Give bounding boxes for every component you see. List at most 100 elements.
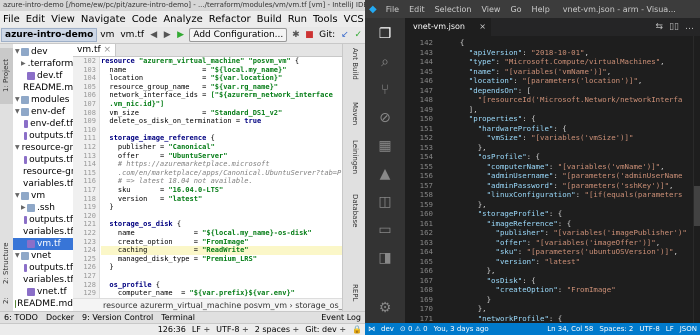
file-crumb[interactable]: vm.tf: [117, 29, 147, 41]
json-editor[interactable]: 142 {143 "apiVersion": "2018-10-01", 144 …: [405, 36, 700, 323]
menu-analyze[interactable]: Analyze: [160, 14, 205, 25]
indent-setting[interactable]: 2 spaces ÷: [252, 324, 303, 335]
branch-status[interactable]: dev: [378, 323, 397, 335]
expand-arrow-icon[interactable]: ▼: [15, 142, 20, 154]
tree-file[interactable]: outputs.tf: [13, 262, 73, 274]
tree-file[interactable]: outputs.tf: [13, 214, 73, 226]
structure-tool-tab[interactable]: 2: Structure: [0, 240, 13, 286]
menu-file[interactable]: File: [381, 5, 404, 14]
tree-folder[interactable]: ▶ .ssh: [13, 202, 73, 214]
repl-tab[interactable]: REPL: [348, 284, 361, 301]
collapse-arrow-icon[interactable]: ▶: [21, 58, 26, 70]
extensions-icon[interactable]: ▦: [375, 136, 395, 156]
tree-file[interactable]: outputs.tf: [13, 154, 73, 166]
menu-file[interactable]: File: [0, 14, 23, 25]
debug-icon[interactable]: ✱: [290, 29, 301, 41]
menu-refactor[interactable]: Refactor: [206, 14, 254, 25]
tree-file[interactable]: variables.tf: [13, 178, 73, 190]
azure-icon[interactable]: ▲: [375, 164, 395, 184]
close-icon[interactable]: ×: [479, 18, 486, 36]
code-breadcrumbs[interactable]: resource azurerm_virtual_machine posvm_v…: [73, 298, 342, 311]
vcs-commit-icon[interactable]: ✓: [353, 29, 364, 41]
menu-code[interactable]: Code: [129, 14, 161, 25]
menu-view[interactable]: View: [48, 14, 78, 25]
tree-folder[interactable]: ▼ dev: [13, 46, 73, 58]
stop-icon[interactable]: ■: [304, 29, 315, 41]
problems-status[interactable]: ⊙ 0 ⚠ 0: [397, 323, 431, 335]
indent-status[interactable]: Spaces: 2: [596, 323, 636, 335]
tree-folder[interactable]: ▼ modules: [13, 94, 73, 106]
file-encoding[interactable]: UTF-8 ÷: [213, 324, 252, 335]
split-editor-icon[interactable]: ▯▯: [669, 22, 679, 32]
database-tab[interactable]: Database: [348, 194, 361, 227]
encoding-status[interactable]: UTF-8: [636, 323, 662, 335]
leiningen-tab[interactable]: Leiningen: [348, 140, 361, 174]
docker-icon[interactable]: ◫: [375, 192, 395, 212]
tree-folder[interactable]: ▶ .terraform: [13, 58, 73, 70]
menu-edit[interactable]: Edit: [23, 14, 48, 25]
blame-status[interactable]: You, 3 days ago: [431, 323, 492, 335]
git-branch[interactable]: Git: dev ÷: [302, 324, 349, 335]
tree-file[interactable]: dev.tf: [13, 70, 73, 82]
tree-file[interactable]: env-def.tf: [13, 118, 73, 130]
folder-crumb[interactable]: vm: [97, 29, 117, 41]
code-area[interactable]: resource "azurerm_virtual_machine" "posv…: [101, 57, 342, 306]
add-configuration-button[interactable]: Add Configuration...: [189, 28, 288, 42]
source-control-icon[interactable]: ⑂: [375, 80, 395, 100]
code-token: os_profile: [101, 280, 156, 289]
git-compare-icon[interactable]: ⇆: [656, 22, 664, 32]
tree-file[interactable]: outputs.tf: [13, 130, 73, 142]
eol-status[interactable]: LF: [663, 323, 677, 335]
project-tool-tab[interactable]: 1: Project: [0, 48, 13, 104]
ant-build-tab[interactable]: Ant Build: [348, 48, 361, 80]
menu-build[interactable]: Build: [254, 14, 285, 25]
menu-run[interactable]: Run: [285, 14, 310, 25]
tree-file[interactable]: README.md: [13, 82, 73, 94]
remote-icon[interactable]: ⋈: [365, 323, 378, 335]
menu-view[interactable]: View: [476, 5, 505, 14]
close-icon[interactable]: ×: [104, 45, 112, 55]
gear-icon[interactable]: ⚙: [375, 298, 395, 318]
code-token: storage_image_reference: [101, 134, 211, 143]
maven-tab[interactable]: Maven: [348, 102, 361, 125]
vcs-update-icon[interactable]: ↙: [339, 29, 350, 41]
lock-icon[interactable]: 🔒: [349, 324, 365, 335]
more-actions-icon[interactable]: …: [685, 22, 694, 32]
menu-navigate[interactable]: Navigate: [78, 14, 129, 25]
folder-icon: [21, 96, 29, 104]
tree-file[interactable]: README.md: [13, 298, 73, 310]
tree-file[interactable]: vm.tf: [13, 238, 73, 250]
cursor-position[interactable]: Ln 34, Col 58: [544, 323, 596, 335]
menu-edit[interactable]: Edit: [404, 5, 430, 14]
project-crumb[interactable]: azure-intro-demo: [1, 28, 98, 42]
tree-folder[interactable]: ▼ vm: [13, 190, 73, 202]
line-number: 112: [83, 143, 96, 151]
editor-tab-vm-tf[interactable]: vm.tf ×: [73, 44, 117, 56]
tab-vnet-vm-json[interactable]: vnet-vm.json ×: [405, 18, 491, 36]
terraform-icon[interactable]: ◨: [375, 248, 395, 268]
tree-file[interactable]: variables.tf: [13, 274, 73, 286]
language-status[interactable]: JSON: [677, 323, 700, 335]
tree-file[interactable]: vnet.tf: [13, 286, 73, 298]
menu-selection[interactable]: Selection: [430, 5, 477, 14]
menu-help[interactable]: Help: [527, 5, 555, 14]
menu-vcs[interactable]: VCS: [341, 14, 365, 25]
run-icon[interactable]: ▶: [175, 29, 186, 41]
menu-tools[interactable]: Tools: [310, 14, 341, 25]
menu-go[interactable]: Go: [505, 5, 526, 14]
caret-position[interactable]: 126:36: [155, 324, 189, 335]
remote-icon[interactable]: ▭: [375, 220, 395, 240]
favorites-tool-tab[interactable]: 2: Favorites: [0, 278, 23, 310]
tree-file[interactable]: resource-gro: [13, 166, 73, 178]
tree-file[interactable]: variables.tf: [13, 226, 73, 238]
debug-icon[interactable]: ⊘: [375, 108, 395, 128]
tree-folder[interactable]: ▼resource-grou: [13, 142, 73, 154]
back-icon[interactable]: ◀: [148, 29, 159, 41]
tree-folder[interactable]: ▼ env-def: [13, 106, 73, 118]
files-icon[interactable]: ❐: [375, 24, 395, 44]
line-separator[interactable]: LF ÷: [189, 324, 213, 335]
search-icon[interactable]: ⌕: [375, 52, 395, 72]
tree-label: resource-gro: [23, 167, 73, 177]
forward-icon[interactable]: ▶: [161, 29, 172, 41]
tree-folder[interactable]: ▼ vnet: [13, 250, 73, 262]
